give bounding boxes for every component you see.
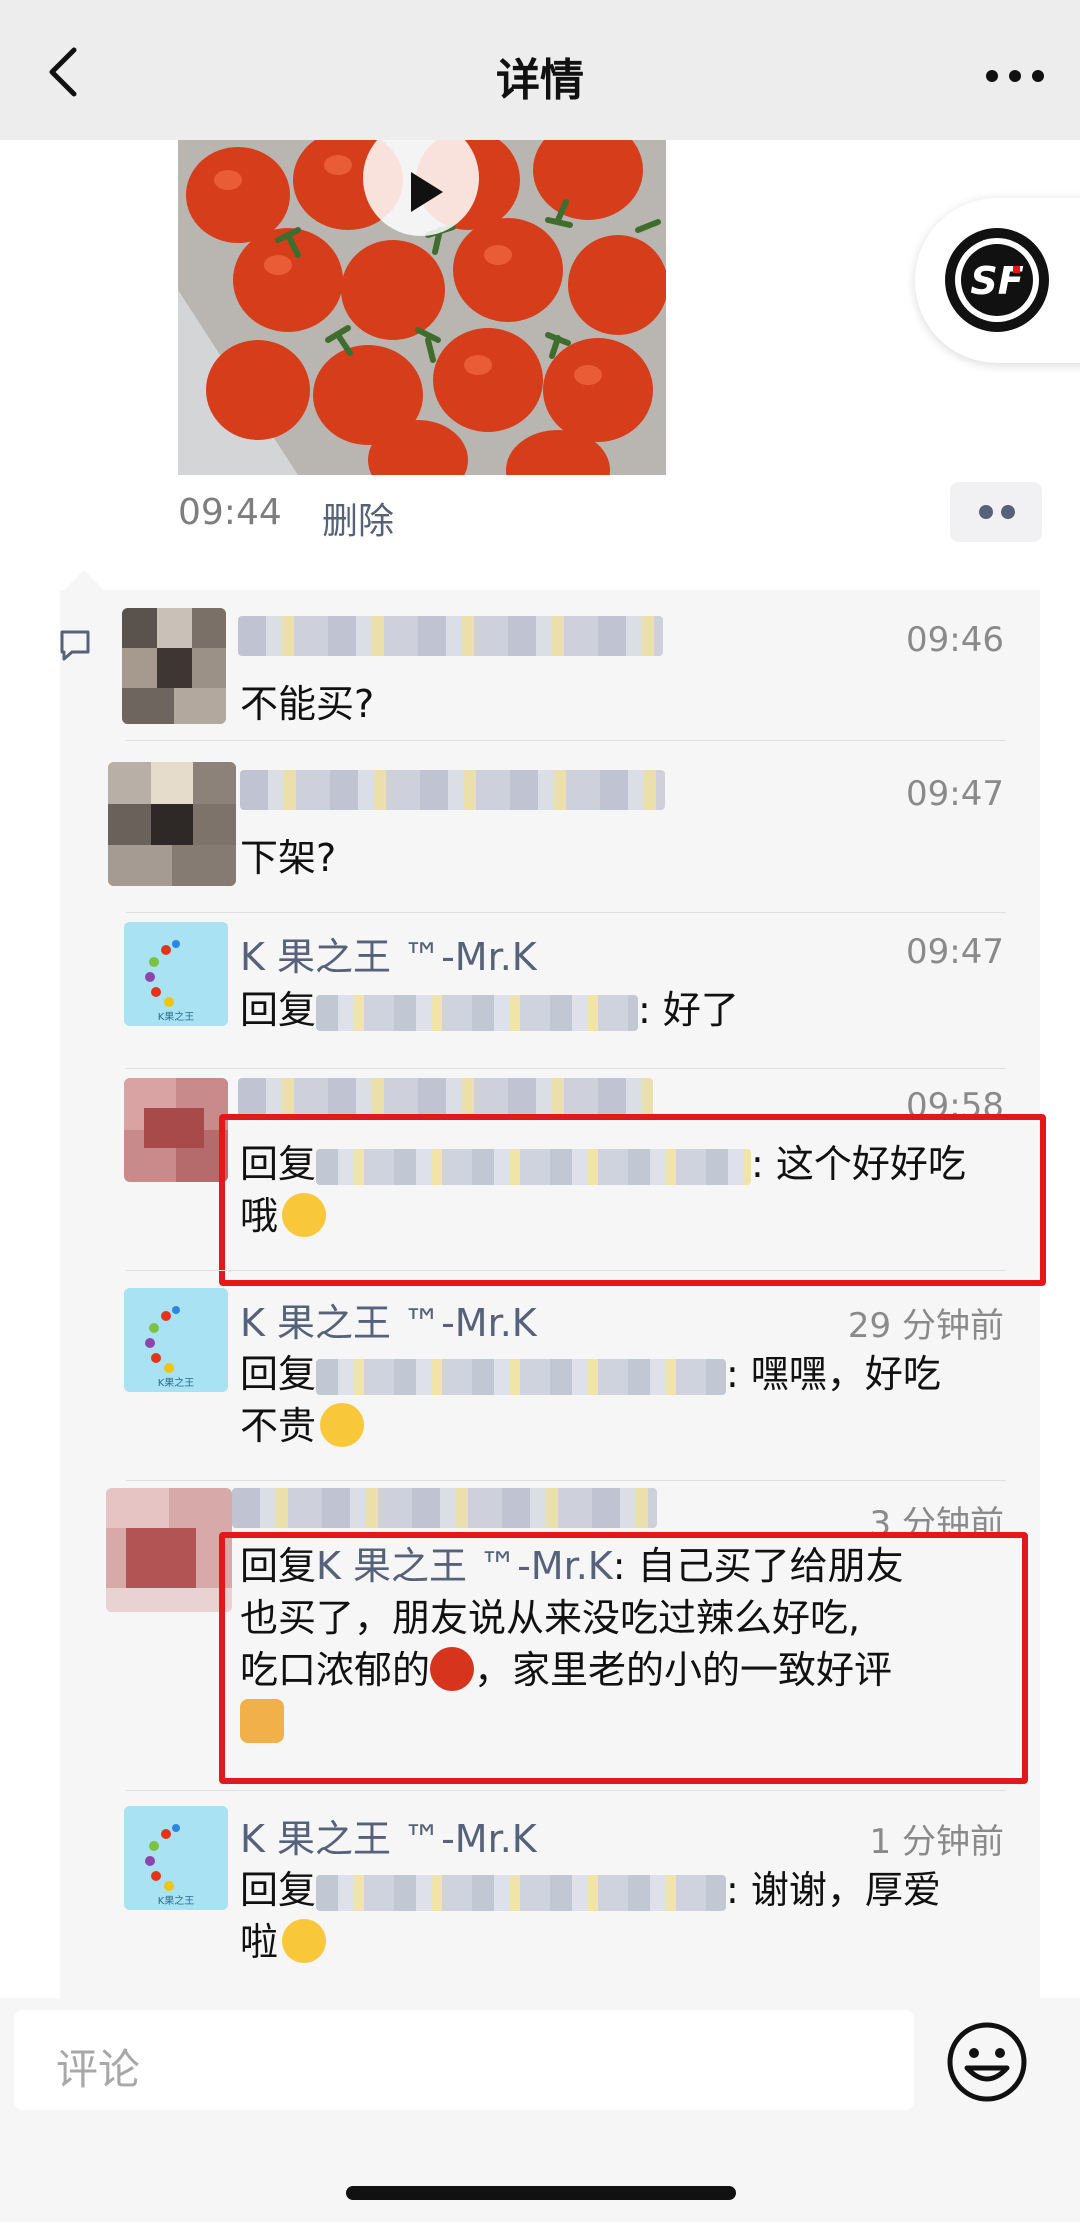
page-title: 详情: [496, 55, 584, 106]
comment-item[interactable]: 09:47 下架?: [0, 762, 1080, 886]
emoji-icon[interactable]: [945, 2020, 1029, 2104]
comment-item[interactable]: 09:46 不能买?: [0, 608, 1080, 726]
highlight-box: [219, 1114, 1046, 1286]
two-dots-icon: [979, 505, 1015, 519]
panel-arrow: [64, 570, 104, 590]
post-time: 09:44: [178, 492, 282, 533]
comment-time: 09:47: [906, 774, 1004, 814]
like-comment-menu-button[interactable]: [950, 482, 1042, 542]
sf-express-icon: SF: [945, 228, 1049, 332]
commenter-name[interactable]: K 果之王 ™-Mr.K: [240, 926, 537, 981]
reply-target-blurred: [316, 1358, 727, 1395]
avatar[interactable]: [106, 1488, 232, 1612]
divider: [126, 1790, 1006, 1791]
divider: [126, 740, 1006, 741]
comment-item[interactable]: K果之王 K 果之王 ™-Mr.K 1 分钟前 回复: 谢谢，厚爱 啦: [0, 1806, 1080, 1976]
reply-target-blurred: [316, 1874, 727, 1911]
brand-avatar[interactable]: K果之王: [124, 1288, 228, 1392]
svg-text:K果之王: K果之王: [158, 1376, 195, 1389]
comment-item[interactable]: K果之王 K 果之王 ™-Mr.K 09:47 回复: 好了: [0, 922, 1080, 1042]
comment-text: 下架?: [240, 836, 337, 880]
delete-link[interactable]: 删除: [322, 492, 394, 544]
highlight-box: [219, 1532, 1028, 1784]
comment-time: 09:46: [906, 620, 1004, 660]
reply-target-blurred: [316, 994, 639, 1031]
more-icon[interactable]: [980, 56, 1050, 96]
svg-text:K果之王: K果之王: [158, 1010, 195, 1023]
comment-text: 不能买?: [240, 682, 375, 726]
avatar[interactable]: [108, 762, 236, 886]
comment-input[interactable]: [14, 2010, 914, 2110]
brand-avatar[interactable]: K果之王: [124, 1806, 228, 1910]
comment-time: 09:47: [906, 932, 1004, 972]
smile-emoji-icon: [282, 1919, 327, 1963]
comment-text: 回复: 谢谢，厚爱 啦: [240, 1868, 941, 1964]
grin-emoji-icon: [320, 1403, 365, 1447]
avatar[interactable]: [124, 1078, 228, 1182]
svg-text:SF: SF: [970, 259, 1023, 303]
nav-bar: 详情: [0, 0, 1080, 140]
comment-time: 1 分钟前: [869, 1822, 1004, 1862]
sf-express-float-button[interactable]: SF: [915, 198, 1080, 363]
commenter-name-blurred[interactable]: [238, 616, 663, 656]
commenter-name-blurred[interactable]: [232, 1488, 657, 1528]
avatar[interactable]: [122, 608, 226, 724]
play-icon[interactable]: [363, 140, 479, 236]
comment-text: 回复: 好了: [240, 988, 739, 1032]
divider: [126, 1270, 1006, 1271]
divider: [126, 1068, 1006, 1069]
commenter-name-blurred[interactable]: [240, 770, 665, 810]
commenter-name-blurred[interactable]: [238, 1078, 653, 1118]
home-indicator[interactable]: [346, 2186, 736, 2200]
comment-input-placeholder: 评论: [56, 2045, 141, 2094]
brand-avatar[interactable]: K果之王: [124, 922, 228, 1026]
commenter-name[interactable]: K 果之王 ™-Mr.K: [240, 1292, 537, 1347]
divider: [126, 912, 1006, 913]
divider: [126, 1480, 1006, 1481]
comment-item[interactable]: K果之王 K 果之王 ™-Mr.K 29 分钟前 回复: 嘿嘿，好吃 不贵: [0, 1288, 1080, 1458]
comment-time: 29 分钟前: [847, 1306, 1004, 1346]
comment-text: 回复: 嘿嘿，好吃 不贵: [240, 1352, 941, 1448]
post-video-thumbnail[interactable]: [178, 140, 666, 475]
svg-text:K果之王: K果之王: [158, 1894, 195, 1907]
commenter-name[interactable]: K 果之王 ™-Mr.K: [240, 1808, 537, 1863]
